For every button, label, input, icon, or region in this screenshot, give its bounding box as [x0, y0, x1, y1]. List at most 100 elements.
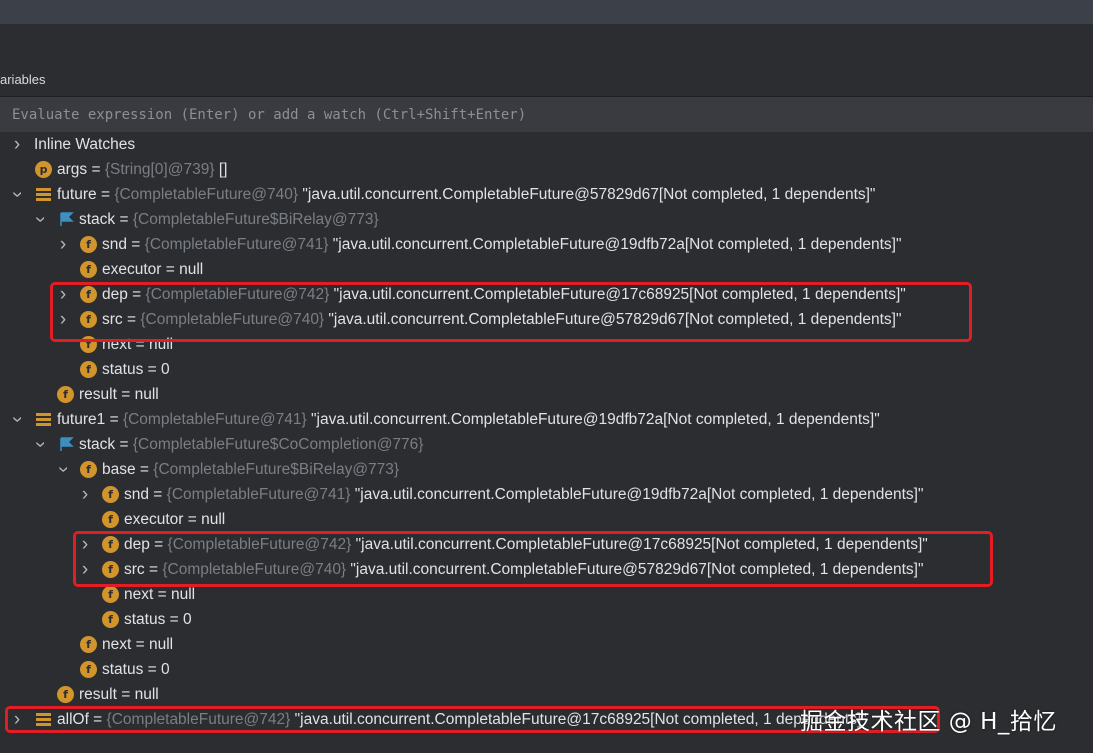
tree-row-future1[interactable]: future1 = {CompletableFuture@741} "java.…: [0, 407, 1093, 432]
variables-panel-title: ariables: [0, 72, 46, 87]
collapse-arrow-icon[interactable]: [56, 457, 70, 482]
tree-row-status[interactable]: f status = 0: [0, 607, 1093, 632]
expand-arrow-icon[interactable]: [10, 132, 24, 157]
field-icon: f: [80, 236, 97, 253]
row-equals: =: [105, 411, 123, 428]
field-icon: f: [102, 486, 119, 503]
tree-row-result[interactable]: f result = null: [0, 382, 1093, 407]
tree-row-args[interactable]: p args = {String[0]@739} []: [0, 157, 1093, 182]
row-name: snd: [124, 486, 149, 503]
debug-toolbar: [0, 24, 1093, 63]
row-equals: =: [135, 461, 154, 478]
row-value: "java.util.concurrent.CompletableFuture@…: [350, 486, 924, 503]
expand-arrow-icon[interactable]: [78, 482, 92, 507]
evaluate-expression-input[interactable]: [10, 103, 1084, 127]
tree-row-executor[interactable]: f executor = null: [0, 507, 1093, 532]
tree-row-base[interactable]: f base = {CompletableFuture$BiRelay@773}: [0, 457, 1093, 482]
evaluate-expression-bar: [0, 96, 1093, 133]
row-name: args: [57, 161, 88, 178]
row-name: Inline Watches: [34, 136, 136, 153]
row-name: result: [79, 686, 117, 703]
collapse-arrow-icon[interactable]: [33, 207, 47, 232]
row-equals: =: [116, 686, 135, 703]
row-name: executor: [124, 511, 184, 528]
row-ref: {CompletableFuture@740}: [114, 186, 299, 203]
flag-icon: [58, 211, 75, 228]
row-ref: {CompletableFuture@741}: [144, 236, 329, 253]
list-icon: [35, 186, 52, 203]
row-name: stack: [79, 436, 116, 453]
tree-row-stack[interactable]: stack = {CompletableFuture$BiRelay@773}: [0, 207, 1093, 232]
row-equals: =: [143, 661, 162, 678]
tree-row-executor[interactable]: f executor = null: [0, 257, 1093, 282]
field-icon: f: [80, 461, 97, 478]
tree-row-inline-watches[interactable]: Inline Watches: [0, 132, 1093, 157]
row-value: "java.util.concurrent.CompletableFuture@…: [328, 236, 902, 253]
row-equals: =: [165, 611, 184, 628]
variables-panel-header: ariables: [0, 62, 1093, 95]
row-equals: =: [116, 386, 135, 403]
highlight-box: [73, 531, 993, 587]
row-name: next: [124, 586, 154, 603]
row-equals: =: [153, 586, 171, 603]
tree-row-next[interactable]: f next = null: [0, 632, 1093, 657]
row-name: result: [79, 386, 117, 403]
field-icon: f: [80, 636, 97, 653]
field-icon: f: [102, 586, 119, 603]
row-value: 0: [161, 661, 170, 678]
row-equals: =: [115, 211, 133, 228]
row-equals: =: [87, 161, 105, 178]
row-value: null: [134, 686, 159, 703]
tree-row-snd[interactable]: f snd = {CompletableFuture@741} "java.ut…: [0, 232, 1093, 257]
tree-row-status[interactable]: f status = 0: [0, 657, 1093, 682]
row-value: null: [201, 511, 226, 528]
row-value: null: [170, 586, 196, 603]
field-icon: f: [80, 261, 97, 278]
collapse-arrow-icon[interactable]: [33, 432, 47, 457]
tree-row-status[interactable]: f status = 0: [0, 357, 1093, 382]
row-equals: =: [115, 436, 133, 453]
collapse-arrow-icon[interactable]: [10, 182, 24, 207]
row-equals: =: [143, 361, 162, 378]
collapse-arrow-icon[interactable]: [10, 407, 24, 432]
expand-arrow-icon[interactable]: [56, 232, 70, 257]
row-name: future1: [57, 411, 106, 428]
row-equals: =: [127, 236, 145, 253]
field-icon: f: [80, 361, 97, 378]
row-equals: =: [149, 486, 167, 503]
row-name: future: [57, 186, 97, 203]
watermark: 掘金技术社区 @ H_拾忆: [800, 709, 1057, 735]
row-ref: {CompletableFuture$BiRelay@773}: [153, 461, 400, 478]
row-ref: {CompletableFuture$BiRelay@773}: [132, 211, 379, 228]
variables-tree: Inline Watches p args = {String[0]@739} …: [0, 132, 1093, 753]
row-value: null: [148, 636, 174, 653]
row-value: null: [179, 261, 204, 278]
tree-row-snd[interactable]: f snd = {CompletableFuture@741} "java.ut…: [0, 482, 1093, 507]
tree-row-future[interactable]: future = {CompletableFuture@740} "java.u…: [0, 182, 1093, 207]
row-name: snd: [102, 236, 127, 253]
tree-row-stack[interactable]: stack = {CompletableFuture$CoCompletion@…: [0, 432, 1093, 457]
row-value: 0: [161, 361, 170, 378]
parameter-icon: p: [35, 161, 52, 178]
field-icon: f: [102, 511, 119, 528]
row-name: status: [102, 361, 144, 378]
row-value: []: [214, 161, 228, 178]
row-equals: =: [131, 636, 149, 653]
row-value: null: [134, 386, 159, 403]
row-equals: =: [161, 261, 180, 278]
row-name: status: [102, 661, 144, 678]
field-icon: f: [102, 611, 119, 628]
row-value: "java.util.concurrent.CompletableFuture@…: [298, 186, 876, 203]
row-equals: =: [183, 511, 202, 528]
row-ref: {CompletableFuture@741}: [122, 411, 307, 428]
row-ref: {CompletableFuture@741}: [166, 486, 351, 503]
row-value: 0: [183, 611, 192, 628]
row-value: "java.util.concurrent.CompletableFuture@…: [306, 411, 880, 428]
field-icon: f: [57, 386, 74, 403]
window-top-bar: [0, 0, 1093, 24]
row-ref: {String[0]@739}: [104, 161, 215, 178]
row-equals: =: [96, 186, 115, 203]
field-icon: f: [57, 686, 74, 703]
row-name: stack: [79, 211, 116, 228]
list-icon: [35, 411, 52, 428]
